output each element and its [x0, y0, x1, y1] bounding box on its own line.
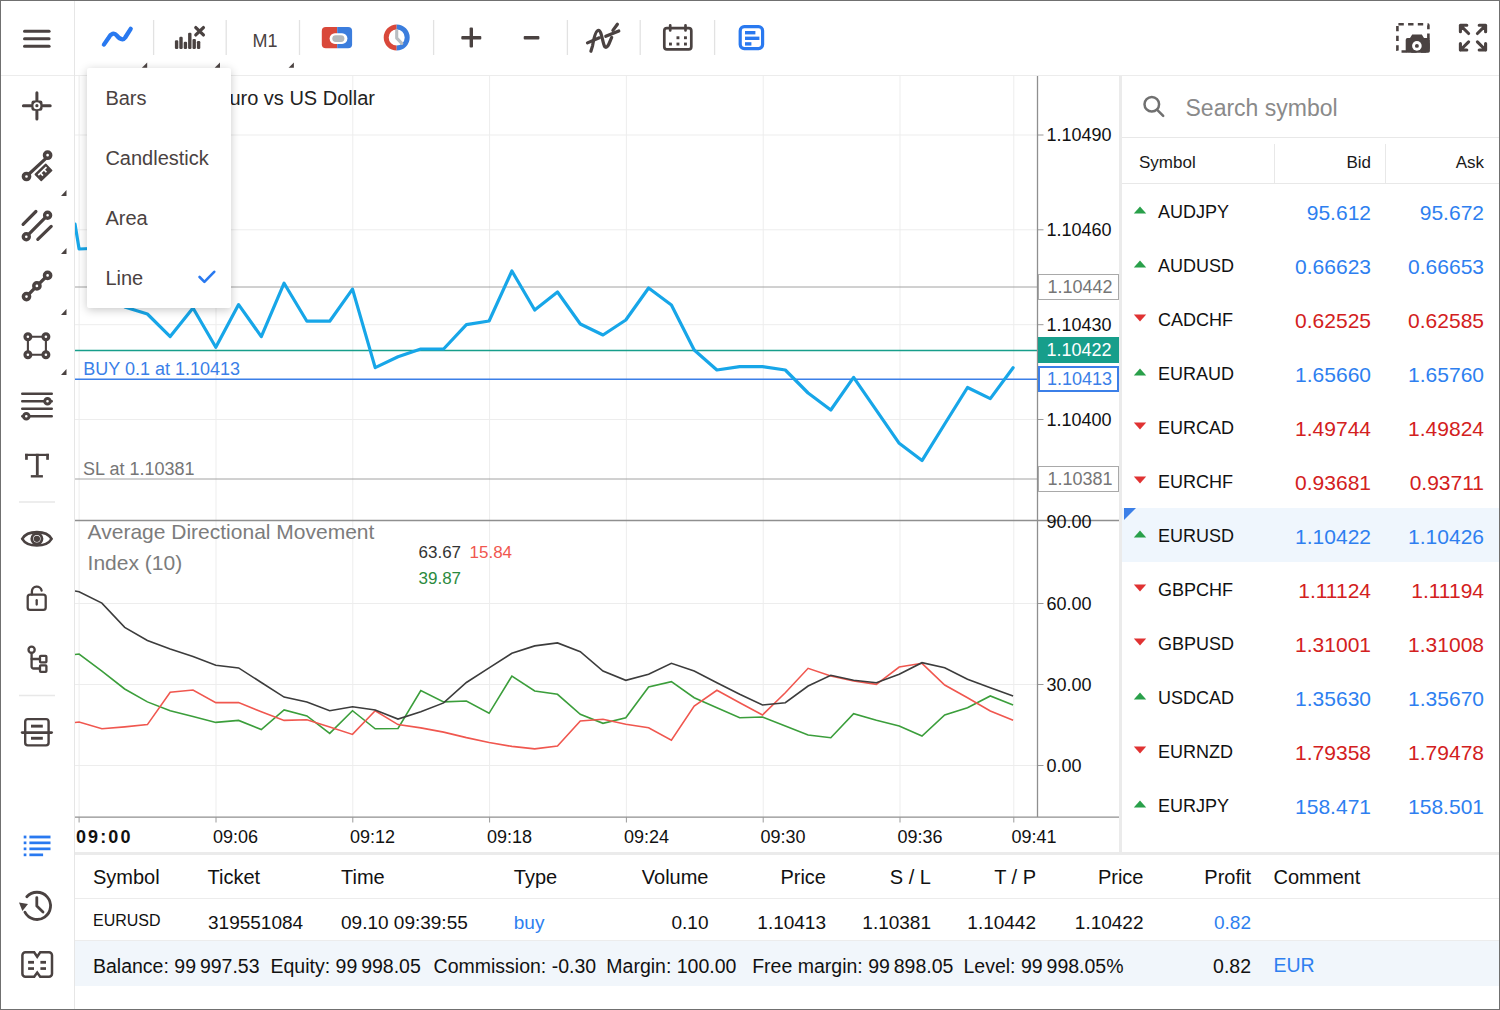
- svg-text:M1: M1: [252, 31, 277, 51]
